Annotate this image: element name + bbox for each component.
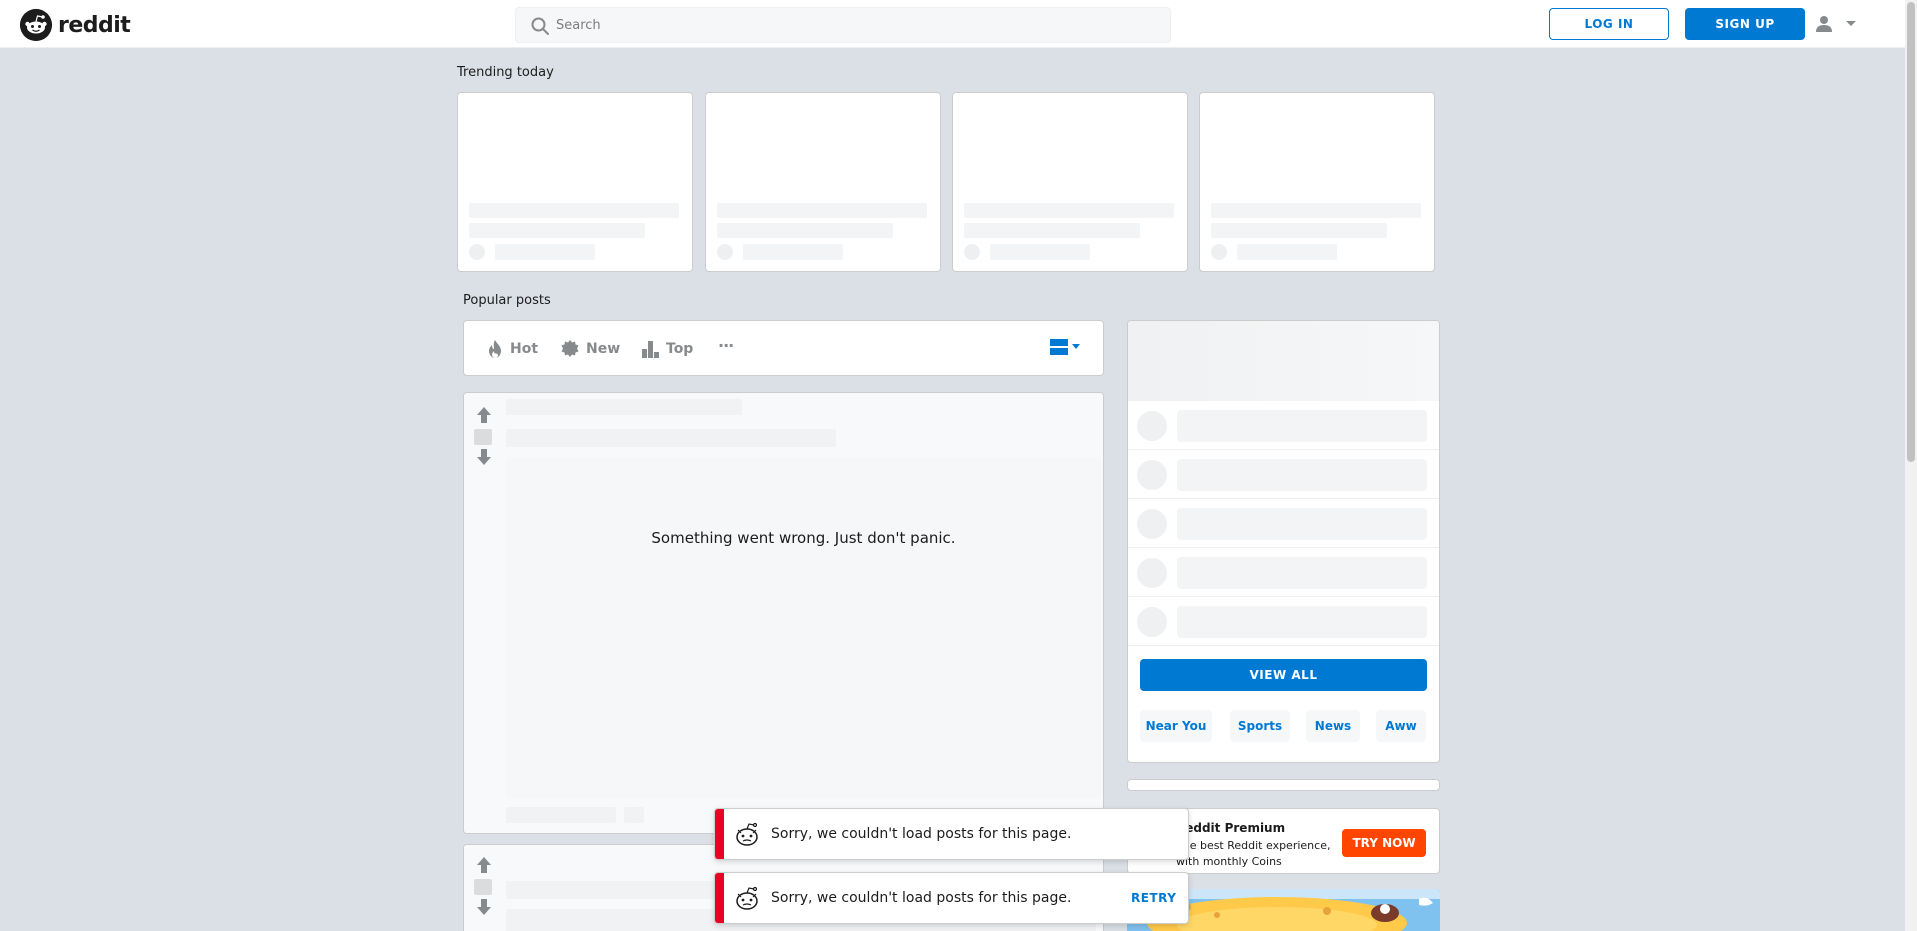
- sidebar-spacer-card: [1127, 779, 1440, 791]
- user-icon: [1816, 16, 1832, 32]
- sort-new-label: New: [586, 341, 621, 357]
- scrollbar-thumb[interactable]: [1907, 2, 1915, 462]
- user-dropdown[interactable]: [1815, 12, 1865, 36]
- retry-button[interactable]: RETRY: [1131, 891, 1176, 905]
- broken-snoo-icon: [736, 822, 758, 846]
- trending-title: Trending today: [457, 65, 554, 80]
- sort-bar: Hot New Top ···: [463, 320, 1104, 376]
- sort-hot-button[interactable]: Hot: [486, 339, 538, 359]
- chip-news[interactable]: News: [1306, 710, 1360, 742]
- bar-chart-icon: [642, 341, 659, 358]
- flame-icon: [489, 340, 501, 358]
- card-layout-icon: [1050, 339, 1068, 355]
- chip-aww[interactable]: Aww: [1376, 710, 1426, 742]
- sort-top-label: Top: [666, 341, 694, 357]
- community-row-placeholder[interactable]: [1128, 548, 1439, 597]
- downvote-icon[interactable]: [474, 447, 494, 467]
- sign-up-button[interactable]: SIGN UP: [1685, 8, 1805, 40]
- more-options-button[interactable]: ···: [718, 336, 734, 355]
- community-row-placeholder[interactable]: [1128, 401, 1439, 450]
- popular-posts-title: Popular posts: [463, 293, 551, 308]
- community-row-placeholder[interactable]: [1128, 597, 1439, 646]
- reddit-logo[interactable]: reddit: [20, 9, 131, 41]
- toast-message: Sorry, we couldn't load posts for this p…: [771, 826, 1072, 842]
- view-all-button[interactable]: VIEW ALL: [1140, 659, 1427, 691]
- feed-error-message: Something went wrong. Just don't panic.: [651, 529, 956, 547]
- sparkle-badge-icon: [561, 340, 579, 357]
- layout-switcher-button[interactable]: [1050, 339, 1080, 355]
- search-icon: [531, 17, 549, 35]
- trending-card-3[interactable]: [952, 92, 1188, 272]
- upvote-icon[interactable]: [474, 405, 494, 425]
- premium-title: Reddit Premium: [1176, 821, 1286, 835]
- top-communities-card: VIEW ALL Near You Sports News Aww: [1127, 320, 1440, 763]
- sort-hot-label: Hot: [510, 341, 539, 357]
- reddit-snoo-icon: [20, 9, 52, 41]
- error-toast: Sorry, we couldn't load posts for this p…: [714, 808, 1189, 860]
- try-now-button[interactable]: TRY NOW: [1342, 829, 1426, 857]
- toast-error-indicator: [715, 873, 724, 923]
- upvote-icon[interactable]: [474, 855, 494, 875]
- toast-error-indicator: [715, 809, 724, 859]
- trending-card-2[interactable]: [705, 92, 941, 272]
- chip-sports[interactable]: Sports: [1230, 710, 1290, 742]
- premium-subtitle: The best Reddit experience, with monthly…: [1176, 839, 1331, 868]
- community-row-placeholder[interactable]: [1128, 499, 1439, 548]
- community-row-placeholder[interactable]: [1128, 450, 1439, 499]
- log-in-button[interactable]: LOG IN: [1549, 8, 1669, 40]
- search-input[interactable]: [556, 8, 1156, 42]
- post-card-placeholder: Something went wrong. Just don't panic.: [463, 392, 1104, 834]
- logo-wordmark: reddit: [58, 12, 131, 38]
- sort-new-button[interactable]: New: [560, 339, 620, 359]
- trending-card-1[interactable]: [457, 92, 693, 272]
- search-bar[interactable]: [515, 7, 1171, 43]
- page-scrollbar[interactable]: [1905, 0, 1917, 931]
- top-header: reddit LOG IN SIGN UP: [0, 0, 1905, 48]
- downvote-icon[interactable]: [474, 897, 494, 917]
- broken-snoo-icon: [736, 886, 758, 910]
- chip-near-you[interactable]: Near You: [1140, 710, 1212, 742]
- trending-card-4[interactable]: [1199, 92, 1435, 272]
- chevron-down-icon: [1072, 344, 1080, 349]
- error-toast: Sorry, we couldn't load posts for this p…: [714, 872, 1189, 924]
- toast-message: Sorry, we couldn't load posts for this p…: [771, 890, 1072, 906]
- communities-banner: [1128, 321, 1439, 401]
- chevron-down-icon: [1846, 21, 1856, 26]
- sort-top-button[interactable]: Top: [640, 339, 693, 359]
